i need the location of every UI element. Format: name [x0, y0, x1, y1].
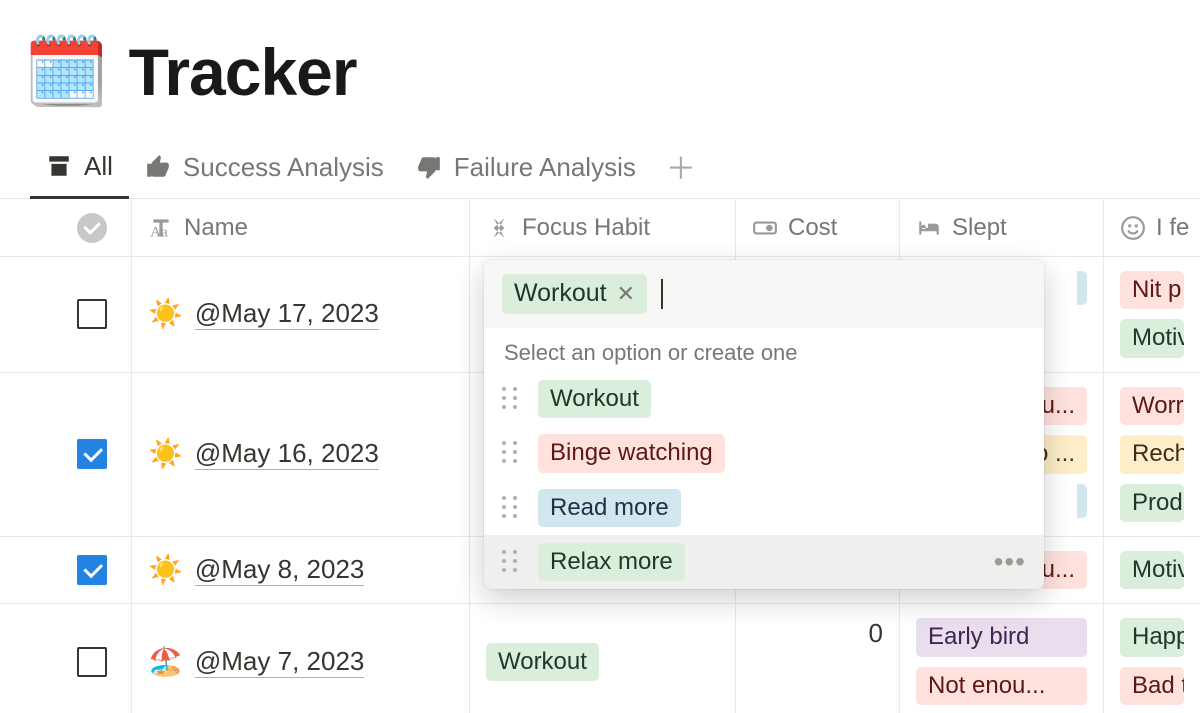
cell-name[interactable]: ☀️ @May 17, 2023	[132, 257, 470, 372]
cell-slept[interactable]: Early bird Not enou...	[900, 604, 1104, 713]
select-popover: Workout ✕ Select an option or create one…	[484, 260, 1044, 589]
column-name[interactable]: Aa Name	[132, 199, 470, 256]
tag: Not enou...	[916, 667, 1087, 705]
row-emoji: ☀️	[148, 300, 183, 328]
archive-icon	[46, 153, 72, 179]
tag: Workout	[486, 643, 599, 681]
cell-name[interactable]: 🏖️ @May 7, 2023	[132, 604, 470, 713]
tag-fragment: u...	[1042, 551, 1087, 589]
check-circle-icon	[77, 213, 107, 243]
row-title-link[interactable]: @May 16, 2023	[195, 438, 379, 470]
remove-tag-icon[interactable]: ✕	[617, 279, 635, 309]
row-emoji: ☀️	[148, 440, 183, 468]
select-option[interactable]: Read more	[484, 481, 1044, 535]
select-hint: Select an option or create one	[484, 328, 1044, 372]
smile-icon	[1120, 215, 1146, 241]
multi-select-icon	[486, 215, 512, 241]
tag: Worr	[1120, 387, 1184, 425]
select-option[interactable]: Binge watching	[484, 426, 1044, 480]
tab-label: Success Analysis	[183, 152, 384, 183]
option-more-button[interactable]: •••	[994, 546, 1026, 578]
column-label: Name	[184, 214, 248, 242]
page-emoji[interactable]: 🗓️	[24, 38, 109, 106]
cell-name[interactable]: ☀️ @May 16, 2023	[132, 373, 470, 536]
column-label: Cost	[788, 214, 837, 242]
column-label: I fe	[1156, 214, 1189, 242]
tag-fragment: u...	[1042, 387, 1087, 425]
tab-label: Failure Analysis	[454, 152, 636, 183]
row-title-link[interactable]: @May 17, 2023	[195, 298, 379, 330]
title-icon: Aa	[148, 215, 174, 241]
tag: Motiv	[1120, 551, 1184, 589]
text-cursor	[661, 279, 663, 309]
tag: Prod	[1120, 484, 1184, 522]
tag: Rech	[1120, 435, 1184, 473]
thumbs-down-icon	[416, 154, 442, 180]
row-checkbox[interactable]	[77, 439, 107, 469]
select-option[interactable]: Relax more •••	[484, 535, 1044, 589]
cell-i-feel[interactable]: Motiv	[1104, 537, 1200, 603]
row-emoji: 🏖️	[148, 648, 183, 676]
column-slept[interactable]: Slept	[900, 199, 1104, 256]
table-header: Aa Name Focus Habit Cost Slept I fe	[0, 199, 1200, 257]
tag: Early bird	[916, 618, 1087, 656]
add-view-button[interactable]: ＋	[652, 144, 710, 198]
selected-tag[interactable]: Workout ✕	[502, 274, 647, 314]
drag-handle-icon[interactable]	[502, 441, 520, 465]
row-checkbox[interactable]	[77, 647, 107, 677]
tag-label: Workout	[514, 277, 607, 311]
column-label: Slept	[952, 214, 1007, 242]
row-emoji: ☀️	[148, 556, 183, 584]
cell-focus-habit[interactable]: Workout	[470, 604, 736, 713]
tag: Relax more	[538, 543, 685, 581]
column-focus-habit[interactable]: Focus Habit	[470, 199, 736, 256]
view-tabs: All Success Analysis Failure Analysis ＋	[0, 110, 1200, 199]
tag: Motiv	[1120, 319, 1184, 357]
row-checkbox[interactable]	[77, 555, 107, 585]
bed-icon	[916, 215, 942, 241]
row-title-link[interactable]: @May 7, 2023	[195, 646, 364, 678]
cell-i-feel[interactable]: Worr Rech Prod	[1104, 373, 1200, 536]
tag-fragment	[1077, 271, 1087, 305]
drag-handle-icon[interactable]	[502, 496, 520, 520]
cell-i-feel[interactable]: Happ Bad t	[1104, 604, 1200, 713]
column-cost[interactable]: Cost	[736, 199, 900, 256]
cell-name[interactable]: ☀️ @May 8, 2023	[132, 537, 470, 603]
column-label: Focus Habit	[522, 214, 650, 242]
row-checkbox[interactable]	[77, 299, 107, 329]
select-input-area[interactable]: Workout ✕	[484, 260, 1044, 328]
select-option[interactable]: Workout	[484, 372, 1044, 426]
table-row: 🏖️ @May 7, 2023 Workout 0 Early bird Not enou…	[0, 604, 1200, 713]
drag-handle-icon[interactable]	[502, 550, 520, 574]
page-title[interactable]: Tracker	[129, 34, 357, 110]
tab-all[interactable]: All	[30, 145, 129, 199]
column-checkbox[interactable]	[0, 199, 132, 256]
tag: Happ	[1120, 618, 1184, 656]
tag: Nit p	[1120, 271, 1184, 309]
tab-label: All	[84, 151, 113, 182]
cell-cost[interactable]: 0	[736, 604, 900, 713]
number-icon	[752, 215, 778, 241]
tag-fragment	[1077, 484, 1087, 518]
tag: Workout	[538, 380, 651, 418]
cell-i-feel[interactable]: Nit p Motiv	[1104, 257, 1200, 372]
tab-failure-analysis[interactable]: Failure Analysis	[400, 146, 652, 197]
row-title-link[interactable]: @May 8, 2023	[195, 554, 364, 586]
tag: Bad t	[1120, 667, 1184, 705]
tag: Read more	[538, 489, 681, 527]
column-i-feel[interactable]: I fe	[1104, 199, 1200, 256]
svg-text:Aa: Aa	[150, 223, 168, 240]
tag: Binge watching	[538, 434, 725, 472]
tab-success-analysis[interactable]: Success Analysis	[129, 146, 400, 197]
drag-handle-icon[interactable]	[502, 387, 520, 411]
thumbs-up-icon	[145, 154, 171, 180]
